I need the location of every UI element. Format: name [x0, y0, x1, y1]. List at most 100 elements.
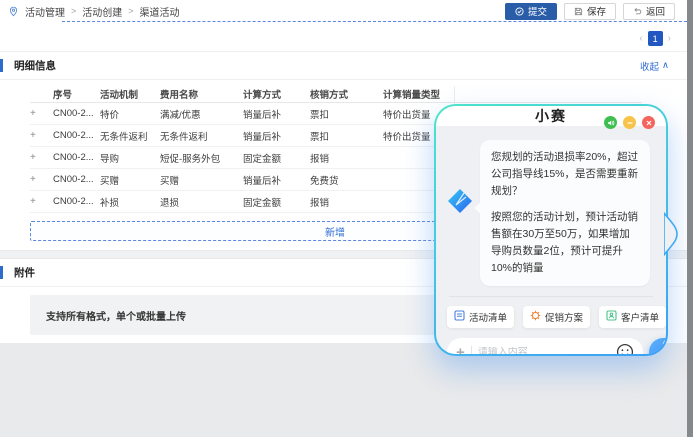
expand-toggle[interactable]: +: [30, 108, 53, 119]
assistant-avatar-icon: [447, 188, 473, 214]
cell-serial: CN00-2...: [53, 174, 100, 185]
speaker-icon: [607, 119, 615, 127]
cell-fee: 退损: [160, 195, 243, 209]
chip-label: 活动清单: [469, 310, 507, 324]
cell-serial: CN00-2...: [53, 130, 100, 141]
emoji-icon[interactable]: [616, 343, 634, 354]
pagination: ‹ 1 ›: [639, 31, 671, 46]
divider: [0, 79, 693, 80]
minus-icon: [626, 119, 634, 127]
cell-calc: 销量后补: [243, 173, 310, 187]
close-button[interactable]: [642, 116, 655, 129]
cell-serial: CN00-2...: [53, 196, 100, 207]
chip-客户清单[interactable]: 客户清单: [599, 306, 666, 328]
location-pin-icon: [8, 6, 19, 17]
page-number-active[interactable]: 1: [648, 31, 663, 46]
collapse-link[interactable]: 收起 ∧: [640, 59, 669, 73]
app-screen: 活动管理 > 活动创建 > 渠道活动 提交 保存 返回: [0, 0, 693, 437]
cell-calc: 固定金额: [243, 195, 310, 209]
expand-toggle[interactable]: +: [30, 130, 53, 141]
assistant-body: 您规划的活动退损率20%，超过公司指导线15%，是否需要重新规划？ 按照您的活动…: [436, 126, 666, 354]
divider: [471, 346, 472, 355]
cell-verify: 报销: [310, 151, 383, 165]
page-scrollbar[interactable]: [687, 0, 693, 437]
quick-action-chips: 活动清单促销方案客户清单: [447, 306, 655, 328]
cell-mechanism: 特价: [100, 107, 160, 121]
customer-list-icon: [606, 310, 617, 324]
message-row: 您规划的活动退损率20%，超过公司指导线15%，是否需要重新规划？ 按照您的活动…: [447, 140, 655, 286]
chat-input-row: + 发送: [447, 338, 655, 354]
attach-plus-icon[interactable]: +: [456, 345, 465, 355]
chip-label: 促销方案: [545, 310, 583, 324]
cell-verify: 报销: [310, 195, 383, 209]
assistant-message-bubble: 您规划的活动退损率20%，超过公司指导线15%，是否需要重新规划？ 按照您的活动…: [480, 140, 650, 286]
cell-fee: 满减/优惠: [160, 107, 243, 121]
cell-fee: 无条件返利: [160, 129, 243, 143]
chat-text-input[interactable]: [478, 347, 610, 355]
breadcrumb-item[interactable]: 活动管理: [25, 4, 65, 19]
cell-verify: 票扣: [310, 129, 383, 143]
section-accent-bar: [0, 59, 3, 72]
cell-verify: 免费货: [310, 173, 383, 187]
send-button[interactable]: 发送: [649, 338, 666, 354]
toolbar: 提交 保存 返回: [505, 3, 675, 20]
breadcrumb-separator: >: [71, 6, 76, 16]
panel-tail: [664, 212, 680, 256]
detail-section-title: 明细信息: [14, 58, 56, 73]
breadcrumb-separator: >: [128, 6, 133, 16]
col-header-verify: 核销方式: [310, 87, 383, 101]
expand-toggle[interactable]: +: [30, 174, 53, 185]
assistant-title: 小赛: [535, 106, 567, 126]
promo-plan-icon: [530, 310, 541, 324]
col-header-serial: 序号: [53, 87, 100, 101]
detail-section-header: 明细信息 收起 ∧: [0, 52, 693, 79]
prev-page-chevron[interactable]: ‹: [639, 34, 642, 44]
upload-hint-text: 支持所有格式，单个或批量上传: [46, 308, 186, 323]
cell-serial: CN00-2...: [53, 108, 100, 119]
assistant-message: 按照您的活动计划，预计活动销售额在30万至50万，如果增加导购员数量2位，预计可…: [491, 209, 639, 277]
attachment-section-title: 附件: [14, 265, 35, 280]
check-circle-icon: [515, 7, 524, 16]
next-page-chevron[interactable]: ›: [668, 34, 671, 44]
cell-mechanism: 无条件返利: [100, 129, 160, 143]
activity-list-icon: [454, 310, 465, 324]
assistant-message: 您规划的活动退损率20%，超过公司指导线15%，是否需要重新规划？: [491, 149, 639, 200]
breadcrumb-item[interactable]: 活动创建: [82, 4, 122, 19]
cell-serial: CN00-2...: [53, 152, 100, 163]
expand-toggle[interactable]: +: [30, 152, 53, 163]
chip-活动清单[interactable]: 活动清单: [447, 306, 514, 328]
cell-verify: 票扣: [310, 107, 383, 121]
cell-fee: 短促-服务外包: [160, 151, 243, 165]
pagination-row: ‹ 1 ›: [0, 22, 693, 52]
save-icon: [574, 7, 583, 16]
divider: [449, 296, 653, 297]
cell-mechanism: 买赠: [100, 173, 160, 187]
submit-button[interactable]: 提交: [505, 3, 557, 20]
save-button[interactable]: 保存: [564, 3, 616, 20]
back-button[interactable]: 返回: [623, 3, 675, 20]
chat-input-pill: +: [447, 338, 643, 354]
col-header-mechanism: 活动机制: [100, 87, 160, 101]
breadcrumb: 活动管理 > 活动创建 > 渠道活动: [8, 4, 180, 19]
assistant-panel: 小赛: [434, 104, 668, 356]
undo-arrow-icon: [633, 7, 642, 16]
close-icon: [645, 119, 653, 127]
section-accent-bar: [0, 266, 3, 279]
table-header-row: 序号 活动机制 费用名称 计算方式 核销方式 计算销量类型: [30, 86, 642, 103]
cell-mechanism: 导购: [100, 151, 160, 165]
col-header-calc: 计算方式: [243, 87, 310, 101]
expand-toggle[interactable]: +: [30, 196, 53, 207]
sound-button[interactable]: [604, 116, 617, 129]
cell-fee: 买赠: [160, 173, 243, 187]
cell-calc: 销量后补: [243, 129, 310, 143]
window-controls: [604, 116, 655, 129]
chip-促销方案[interactable]: 促销方案: [523, 306, 590, 328]
chip-label: 客户清单: [621, 310, 659, 324]
top-bar: 活动管理 > 活动创建 > 渠道活动 提交 保存 返回: [0, 0, 693, 22]
cell-calc: 销量后补: [243, 107, 310, 121]
cell-mechanism: 补损: [100, 195, 160, 209]
breadcrumb-item-current: 渠道活动: [140, 4, 180, 19]
minimize-button[interactable]: [623, 116, 636, 129]
col-header-fee: 费用名称: [160, 87, 243, 101]
cell-calc: 固定金额: [243, 151, 310, 165]
